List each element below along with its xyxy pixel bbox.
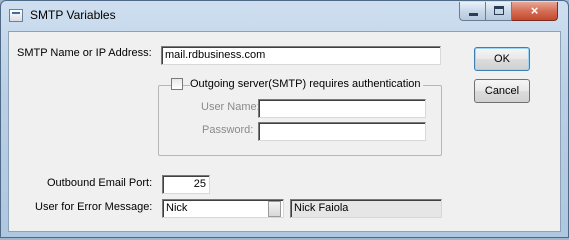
ok-button[interactable]: OK [474,47,530,71]
error-user-lookup-button[interactable] [268,201,281,217]
username-label: User Name: [201,101,260,113]
dialog-body: SMTP Name or IP Address: mail.rdbusiness… [8,31,561,232]
outbound-port-label: Outbound Email Port: [47,177,153,189]
password-label: Password: [202,124,254,136]
authentication-group [158,85,442,156]
auth-required-label[interactable]: Outgoing server(SMTP) requires authentic… [190,78,423,90]
app-window-icon [9,9,23,22]
cancel-button[interactable]: Cancel [474,79,530,103]
minimize-icon [469,13,478,16]
smtp-variables-window: SMTP Variables × SMTP Name or IP Address… [0,0,569,238]
minimize-button[interactable] [459,2,486,21]
outbound-port-input[interactable]: 25 [162,175,210,194]
error-user-label: User for Error Message: [35,201,153,213]
smtp-address-label: SMTP Name or IP Address: [17,47,152,59]
error-user-input[interactable]: Nick [162,199,284,218]
smtp-address-input[interactable]: mail.rdbusiness.com [161,46,441,65]
maximize-button[interactable] [486,2,512,21]
password-input[interactable] [258,122,426,141]
close-icon: × [530,3,539,18]
username-input[interactable] [258,99,426,118]
window-title: SMTP Variables [30,8,116,22]
maximize-icon [494,6,504,15]
title-bar[interactable]: SMTP Variables × [1,1,568,31]
error-user-fullname: Nick Faiola [290,199,442,218]
close-button[interactable]: × [512,2,558,21]
auth-required-checkbox[interactable] [171,78,183,90]
